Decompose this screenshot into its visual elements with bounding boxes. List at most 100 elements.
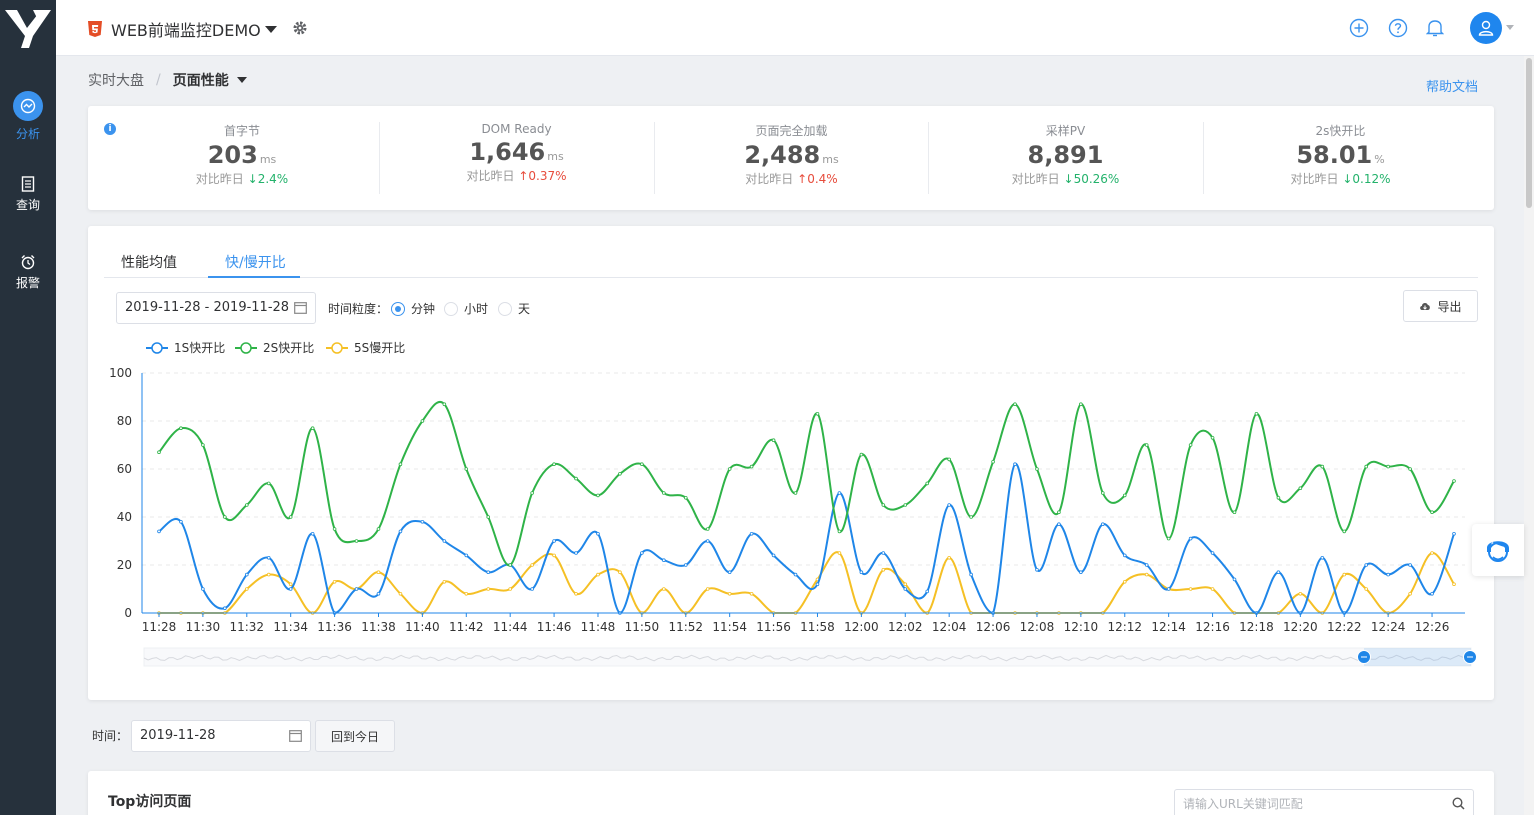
chevron-down-icon[interactable] bbox=[236, 77, 247, 83]
data-point bbox=[574, 476, 578, 481]
x-tick-label: 12:08 bbox=[1020, 620, 1055, 634]
data-point bbox=[859, 570, 864, 575]
user-avatar[interactable] bbox=[1470, 12, 1502, 44]
kpi-ttfb: 首字节 203 ms 对比昨日 ↓2.4% bbox=[105, 122, 379, 194]
data-point bbox=[1298, 591, 1303, 596]
data-point bbox=[683, 563, 688, 567]
data-point bbox=[244, 587, 249, 591]
data-point bbox=[1452, 479, 1456, 483]
y-tick-label: 40 bbox=[117, 510, 132, 524]
back-to-today-button[interactable]: 回到今日 bbox=[315, 720, 395, 752]
data-point bbox=[618, 570, 622, 575]
bell-icon[interactable] bbox=[1426, 18, 1444, 38]
chart-card: 性能均值 快/慢开比 2019-11-28 - 2019-11-28 时间粒度：… bbox=[88, 226, 1494, 700]
data-point bbox=[1210, 436, 1215, 440]
data-point bbox=[552, 539, 556, 543]
app-logo[interactable] bbox=[0, 0, 56, 56]
page-scrollbar[interactable] bbox=[1524, 56, 1534, 815]
data-point bbox=[1101, 491, 1105, 495]
data-point bbox=[1166, 587, 1171, 591]
nav-item-label: 查询 bbox=[15, 198, 40, 212]
kpi-label: 首字节 bbox=[223, 124, 260, 138]
data-point bbox=[1430, 591, 1434, 596]
help-docs-link[interactable]: 帮助文档 bbox=[1426, 76, 1478, 95]
search-icon[interactable] bbox=[1452, 797, 1465, 810]
data-point bbox=[244, 572, 249, 577]
data-point bbox=[903, 503, 908, 507]
data-point bbox=[398, 462, 403, 467]
scroll-thumb[interactable] bbox=[1526, 58, 1532, 208]
data-point bbox=[903, 582, 908, 587]
data-point bbox=[1452, 582, 1456, 587]
data-point bbox=[640, 551, 644, 555]
customer-service-button[interactable] bbox=[1472, 524, 1524, 576]
nav-item-alarm[interactable]: 报警 bbox=[0, 254, 56, 291]
data-point bbox=[464, 591, 469, 596]
data-point bbox=[486, 587, 491, 591]
kpi-summary-card: i 首字节 203 ms 对比昨日 ↓2.4% DOM Ready 1,646 ms… bbox=[88, 106, 1494, 210]
nav-item-label: 报警 bbox=[15, 276, 40, 290]
add-circle-icon[interactable] bbox=[1349, 18, 1369, 38]
data-point bbox=[266, 555, 271, 560]
data-point bbox=[596, 531, 600, 536]
data-point bbox=[793, 572, 798, 577]
legend-marker bbox=[240, 342, 252, 354]
kpi-sample-pv: 采样PV 8,891 对比昨日 ↓50.26% bbox=[928, 122, 1202, 194]
project-selector[interactable]: WEB前端监控DEMO bbox=[88, 17, 277, 41]
url-search-input[interactable]: 请输入URL关键词匹配 bbox=[1174, 789, 1474, 815]
chart-legend: 1S快开比 2S快开比 5S慢开比 bbox=[146, 341, 405, 355]
data-point bbox=[223, 606, 227, 611]
arrow-up-icon: ↑ bbox=[797, 172, 808, 186]
kpi-compare: 对比昨日 ↓2.4% bbox=[195, 172, 289, 186]
kpi-label: DOM Ready bbox=[481, 122, 552, 136]
data-point bbox=[1188, 443, 1193, 447]
data-point bbox=[376, 570, 381, 575]
data-point bbox=[1298, 486, 1303, 491]
data-point bbox=[881, 567, 886, 572]
help-circle-icon[interactable] bbox=[1388, 18, 1408, 38]
user-avatar-icon bbox=[1478, 20, 1494, 36]
caret-down-icon[interactable] bbox=[1506, 25, 1514, 30]
x-tick-label: 11:38 bbox=[361, 620, 396, 634]
nav-item-query[interactable]: 查询 bbox=[0, 176, 56, 213]
data-point bbox=[508, 563, 512, 567]
data-point bbox=[859, 452, 864, 457]
kpi-compare: 对比昨日 ↓50.26% bbox=[1011, 172, 1120, 186]
nav-item-analysis[interactable]: 分析 bbox=[0, 91, 56, 142]
data-point bbox=[727, 570, 732, 575]
legend-label: 5S慢开比 bbox=[354, 341, 405, 355]
data-point bbox=[266, 481, 271, 486]
kpi-value: 8,891 bbox=[1027, 141, 1104, 169]
calendar-icon bbox=[289, 730, 302, 742]
date-picker[interactable]: 2019-11-28 bbox=[131, 720, 311, 752]
data-point bbox=[749, 464, 754, 469]
chart-axes: 0 20 40 60 80 100 11:28 11:30 11:32 11:34 11:36 11:… bbox=[109, 366, 1465, 634]
data-point bbox=[1188, 587, 1193, 591]
kpi-page-load: 页面完全加载 2,488 ms 对比昨日 ↑0.4% bbox=[654, 122, 928, 194]
breadcrumb-current[interactable]: 页面性能 bbox=[173, 70, 229, 90]
data-point bbox=[574, 551, 578, 555]
data-point bbox=[1254, 412, 1259, 416]
x-tick-label: 12:18 bbox=[1239, 620, 1274, 634]
nav-item-label: 分析 bbox=[15, 127, 40, 141]
data-point bbox=[969, 572, 973, 577]
data-point bbox=[662, 587, 666, 591]
chevron-down-icon bbox=[264, 25, 277, 33]
data-point bbox=[815, 412, 820, 416]
data-point bbox=[288, 515, 293, 519]
data-point bbox=[552, 553, 556, 558]
gear-icon[interactable] bbox=[292, 20, 308, 36]
data-point bbox=[1408, 591, 1412, 596]
x-tick-label: 11:50 bbox=[625, 620, 660, 634]
document-icon bbox=[21, 176, 35, 192]
kpi-value: 2,488 ms bbox=[744, 141, 839, 169]
data-point bbox=[1144, 563, 1149, 567]
data-point bbox=[332, 527, 337, 531]
breadcrumb-root[interactable]: 实时大盘 bbox=[88, 70, 144, 90]
data-point bbox=[1364, 587, 1369, 591]
data-point bbox=[288, 587, 293, 591]
x-tick-label: 12:12 bbox=[1107, 620, 1142, 634]
customer-service-icon bbox=[1487, 541, 1509, 562]
arrow-down-icon: ↓ bbox=[1063, 172, 1074, 186]
data-point bbox=[354, 539, 359, 543]
